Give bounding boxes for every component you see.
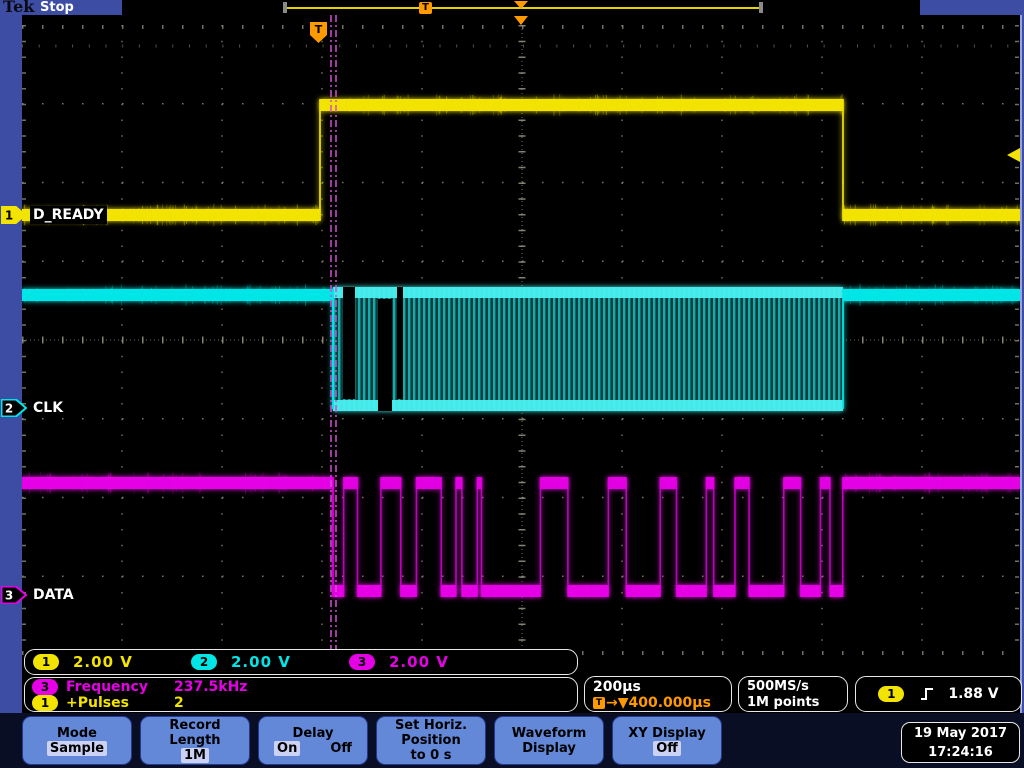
menu-button-waveform-display[interactable]: WaveformDisplay [494, 716, 604, 765]
measurement-name: Frequency [66, 679, 174, 695]
bottom-menu-bar: ModeSampleRecordLength1MDelayOnOffSet Ho… [0, 713, 1024, 768]
horizontal-readout: 200µs T→▼400.000µs [584, 676, 732, 712]
record-view-right-bracket-icon[interactable] [759, 2, 763, 13]
header-bar: Tek Stop T [0, 0, 1024, 15]
record-expansion-icon [514, 1, 528, 9]
menu-button-line: Length [169, 733, 220, 748]
trigger-source-badge: 1 [878, 686, 904, 702]
delay-readout: T→▼400.000µs [593, 695, 723, 711]
waveform-canvas: T [22, 15, 1020, 711]
menu-button-delay[interactable]: DelayOn Off [258, 716, 368, 765]
delay-arrow-icon: → [606, 695, 618, 711]
menu-button-xy-display[interactable]: XY DisplayOff [612, 716, 722, 765]
ch2-waveform [22, 284, 1020, 411]
menu-button-line: Off [653, 741, 681, 756]
record-trigger-icon[interactable]: T [419, 2, 432, 14]
menu-button-line: Display [522, 741, 576, 756]
measurement-name: +Pulses [66, 695, 174, 711]
menu-button-record-length[interactable]: RecordLength1M [140, 716, 250, 765]
acquisition-status: Stop [40, 0, 74, 15]
acquisition-readout: 500MS/s 1M points [738, 676, 848, 712]
ch3-waveform [22, 472, 1020, 597]
record-view-left-bracket-icon[interactable] [283, 2, 287, 13]
trigger-level: 1.88 V [948, 686, 998, 702]
record-view-bar: T [122, 0, 920, 15]
channel-3-volts-per-div: 2.00 V [389, 653, 449, 671]
toggle-row: On Off [274, 741, 352, 756]
menu-button-line: to 0 s [411, 748, 452, 763]
clk-gap [397, 287, 403, 399]
record-points: 1M points [747, 695, 839, 711]
measurement-value: 2 [174, 695, 184, 711]
menu-button-line: 1M [181, 748, 209, 763]
svg-text:3: 3 [5, 589, 13, 603]
menu-button-line: Delay [293, 726, 334, 741]
menu-button-mode[interactable]: ModeSample [22, 716, 132, 765]
trigger-position-flag-icon[interactable]: T [310, 22, 327, 43]
date-text: 19 May 2017 [902, 724, 1019, 743]
channel-1-badge: 1 [33, 654, 59, 670]
measurement-source-badge: 3 [32, 679, 58, 695]
rising-edge-icon [920, 686, 934, 702]
svg-text:1: 1 [5, 209, 13, 223]
channel-label-d_ready: D_READY [30, 206, 107, 224]
clk-gap [378, 299, 392, 411]
datetime-box: 19 May 2017 17:24:16 [901, 722, 1020, 763]
measurement-value: 237.5kHz [174, 679, 247, 695]
channel-2-scale: 2 2.00 V [191, 653, 349, 671]
channel-1-volts-per-div: 2.00 V [73, 653, 133, 671]
svg-text:2: 2 [5, 402, 13, 416]
expansion-point-icon [514, 16, 528, 25]
toggle-option-off[interactable]: Off [330, 741, 352, 756]
clk-gap [343, 287, 355, 399]
menu-button-set-horizontal-position[interactable]: Set Horiz.Positionto 0 s [376, 716, 486, 765]
trigger-t-icon: T [593, 697, 605, 709]
measurement-row-frequency: 3 Frequency237.5kHz [32, 679, 570, 695]
channel-label-clk: CLK [30, 399, 66, 417]
menu-button-line: Set Horiz. [395, 718, 467, 733]
svg-text:T: T [315, 23, 323, 36]
oscilloscope-screen: { "header": { "brand": "Tek", "status": … [0, 0, 1024, 768]
time-text: 17:24:16 [902, 743, 1019, 762]
channel-scales-readout: 1 2.00 V 2 2.00 V 3 2.00 V [24, 649, 578, 675]
timebase-value: 200µs [593, 679, 723, 695]
channel-1-scale: 1 2.00 V [33, 653, 191, 671]
sample-rate: 500MS/s [747, 679, 839, 695]
menu-button-line: Position [401, 733, 461, 748]
channel-3-scale: 3 2.00 V [349, 653, 507, 671]
ch1-waveform [22, 94, 1020, 226]
trigger-readout: 1 1.88 V [855, 676, 1022, 712]
channel-3-reference-marker[interactable]: 3 [1, 586, 27, 604]
channel-1-reference-marker[interactable]: 1 [1, 206, 27, 224]
measurements-readout: 3 Frequency237.5kHz 1 +Pulses2 [24, 677, 578, 712]
channel-3-badge: 3 [349, 654, 375, 670]
tek-logo: Tek [3, 0, 34, 16]
menu-button-line: Mode [57, 726, 97, 741]
channel-label-data: DATA [30, 586, 77, 604]
waveform-display-area: T [22, 15, 1022, 713]
channel-2-volts-per-div: 2.00 V [231, 653, 291, 671]
toggle-option-on[interactable]: On [274, 741, 300, 756]
menu-button-line: XY Display [628, 726, 706, 741]
measurement-row-pulses: 1 +Pulses2 [32, 695, 570, 711]
menu-button-line: Record [169, 718, 220, 733]
menu-button-line: Waveform [512, 726, 586, 741]
menu-button-line: Sample [47, 741, 107, 756]
delay-marker-icon: ▼ [618, 695, 629, 711]
measurement-source-badge: 1 [32, 695, 58, 711]
channel-2-badge: 2 [191, 654, 217, 670]
channel-2-reference-marker[interactable]: 2 [1, 399, 27, 417]
delay-value: 400.000µs [629, 695, 711, 711]
trigger-level-arrow-icon[interactable] [1007, 148, 1020, 162]
